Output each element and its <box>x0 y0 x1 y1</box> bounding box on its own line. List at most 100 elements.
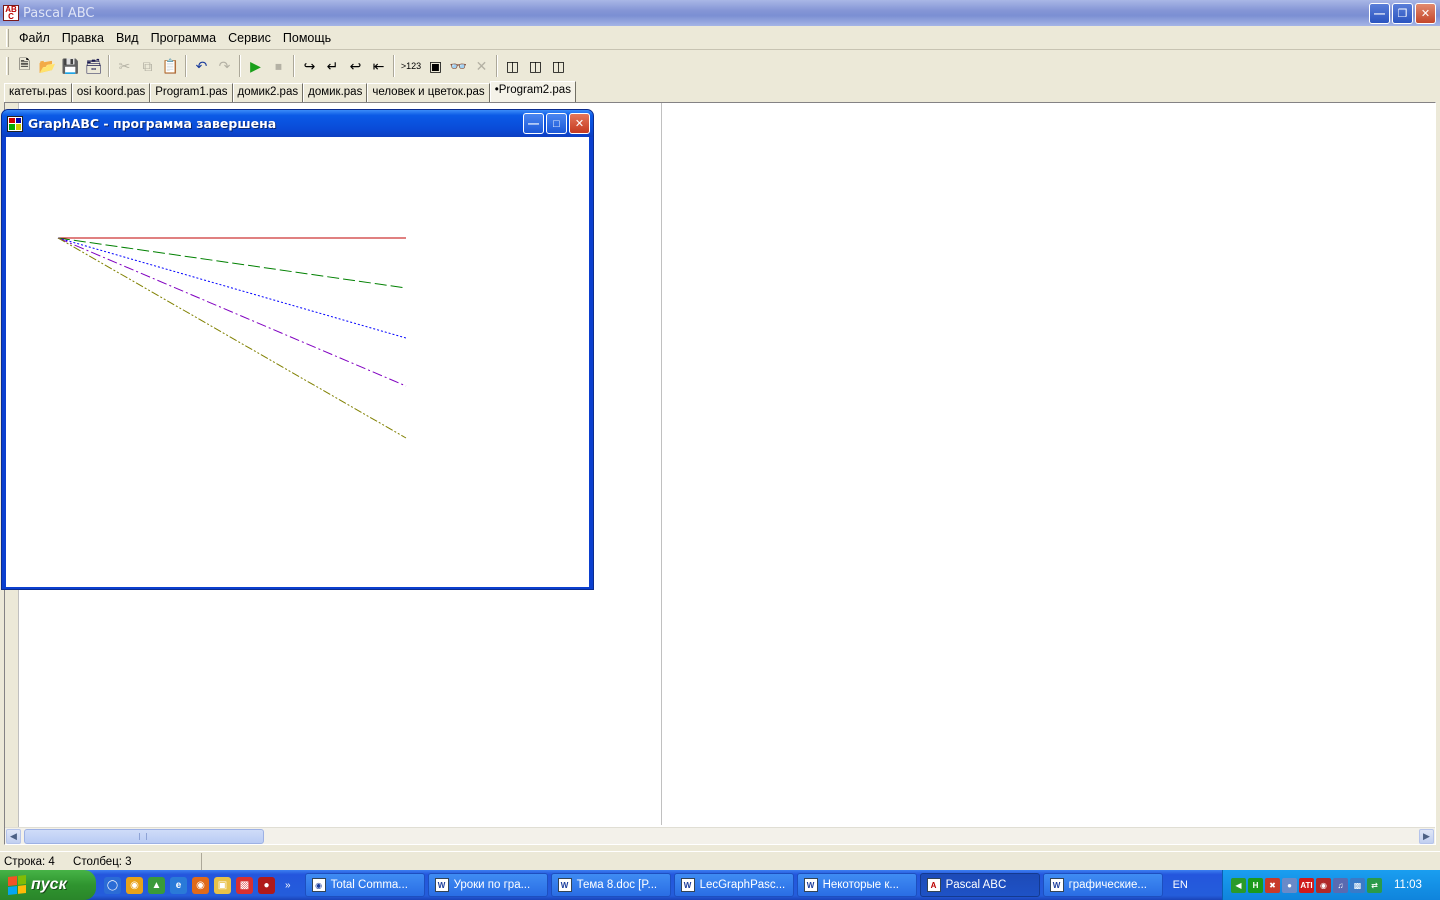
undo-icon[interactable]: ↶ <box>190 55 213 77</box>
firefox-icon[interactable]: ◉ <box>192 876 209 894</box>
open-folder-icon[interactable]: 📂 <box>36 55 59 77</box>
menu-file[interactable]: Файл <box>13 31 56 45</box>
word-icon: W <box>680 878 695 892</box>
start-button[interactable]: пуск <box>0 870 96 900</box>
graphabc-minimize-button[interactable]: — <box>523 113 544 134</box>
graph-line-3 <box>57 237 407 339</box>
paste-icon[interactable]: 📋 <box>159 55 182 77</box>
tray-ati-icon[interactable]: ATI <box>1299 877 1314 893</box>
new-file-icon[interactable]: 🗎 <box>13 55 36 77</box>
taskbar: пуск ◯ ◉ ▲ e ◉ ▣ ▩ ● » ◉ Total Comma... W… <box>0 870 1440 900</box>
menu-service[interactable]: Сервис <box>222 31 277 45</box>
graphabc-drawing <box>57 237 407 439</box>
goto-cursor-icon[interactable]: ⇤ <box>367 55 390 77</box>
tray-network-icon[interactable]: ▩ <box>1350 877 1365 893</box>
step-over-icon[interactable]: ↪ <box>298 55 321 77</box>
menu-bar: Файл Правка Вид Программа Сервис Помощь <box>0 26 1440 50</box>
status-column: Столбец: 3 <box>73 855 132 868</box>
graphabc-title: GraphABC - программа завершена <box>28 116 277 131</box>
task-word-uroki[interactable]: W Уроки по гра... <box>427 873 548 897</box>
windows-flag-icon <box>8 875 26 895</box>
scroll-left-icon[interactable]: ◀ <box>6 829 21 844</box>
toolbar: 🗎 📂 💾 🗃 ✂ ⧉ 📋 ↶ ↷ ▶ ⏹ ↪ ↵ ↩ ⇤ >123 ▣ 👓 ✕… <box>0 51 1440 81</box>
scroll-thumb[interactable] <box>24 829 264 844</box>
copy-icon[interactable]: ⧉ <box>136 55 159 77</box>
start-label: пуск <box>31 876 67 893</box>
tray-h-icon[interactable]: H <box>1248 877 1263 893</box>
tab-chelovek[interactable]: человек и цветок.pas <box>367 83 490 102</box>
tray-red-icon[interactable]: ◉ <box>1316 877 1331 893</box>
tray-tools-icon[interactable]: ✖ <box>1265 877 1280 893</box>
menu-grip <box>6 28 9 47</box>
task-total-commander[interactable]: ◉ Total Comma... <box>304 873 425 897</box>
app-orange-icon[interactable]: ◉ <box>126 876 143 894</box>
scroll-right-icon[interactable]: ▶ <box>1419 829 1434 844</box>
opera-icon[interactable]: ◯ <box>104 876 121 894</box>
save-icon[interactable]: 💾 <box>59 55 82 77</box>
menu-program[interactable]: Программа <box>145 31 223 45</box>
run-icon[interactable]: ▶ <box>244 55 267 77</box>
tray-sync-icon[interactable]: ⇄ <box>1367 877 1382 893</box>
tray-shield-icon[interactable]: ● <box>1282 877 1297 893</box>
menu-help[interactable]: Помощь <box>277 31 337 45</box>
language-indicator[interactable]: EN <box>1173 879 1203 891</box>
run-to-line-icon[interactable]: >123 <box>398 55 424 77</box>
graph-line-4 <box>57 237 407 387</box>
word-icon: W <box>557 878 572 892</box>
total-commander-icon: ◉ <box>311 878 326 892</box>
delete-watch-icon[interactable]: ✕ <box>470 55 493 77</box>
tab-katety[interactable]: катеты.pas <box>4 83 72 102</box>
status-line: Строка: 4 <box>4 855 55 868</box>
close-button[interactable]: ✕ <box>1415 3 1436 24</box>
save-all-icon[interactable]: 🗃 <box>82 55 105 77</box>
restore-button[interactable]: ❐ <box>1392 3 1413 24</box>
word-icon: W <box>1049 878 1064 892</box>
word-icon: W <box>803 878 818 892</box>
graph-line-2 <box>57 237 407 289</box>
tab-program1[interactable]: Program1.pas <box>150 83 233 102</box>
status-bar: Строка: 4 Столбец: 3 <box>0 851 1440 871</box>
printer-icon[interactable]: ▩ <box>236 876 253 894</box>
folder-icon[interactable]: ▣ <box>214 876 231 894</box>
media-icon[interactable]: ● <box>258 876 275 894</box>
task-word-graficheskie[interactable]: Wграфические... <box>1042 873 1163 897</box>
task-word-lecgraph[interactable]: W LecGraphPasc... <box>673 873 794 897</box>
output-window-icon[interactable]: ▣ <box>424 55 447 77</box>
quick-launch: ◯ ◉ ▲ e ◉ ▣ ▩ ● <box>104 876 275 894</box>
task-pascal-abc[interactable]: A Pascal ABC <box>919 873 1040 897</box>
redo-icon[interactable]: ↷ <box>213 55 236 77</box>
tab-domik2[interactable]: домик2.pas <box>232 83 304 102</box>
tab-domik[interactable]: домик.pas <box>303 83 368 102</box>
tray-arrow-icon[interactable]: ◀ <box>1231 877 1246 893</box>
cut-icon[interactable]: ✂ <box>113 55 136 77</box>
graphabc-close-button[interactable]: ✕ <box>569 113 590 134</box>
graphabc-canvas <box>6 137 589 587</box>
graph-line-5 <box>57 237 407 439</box>
menu-edit[interactable]: Правка <box>56 31 110 45</box>
graphabc-title-bar[interactable]: GraphABC - программа завершена — □ ✕ <box>2 110 593 137</box>
clock: 11:03 <box>1394 879 1422 891</box>
graphabc-maximize-button[interactable]: □ <box>546 113 567 134</box>
tray-volume-icon[interactable]: ♫ <box>1333 877 1348 893</box>
menu-view[interactable]: Вид <box>110 31 145 45</box>
format-r-icon[interactable]: ◫ <box>547 55 570 77</box>
tab-program2[interactable]: •Program2.pas <box>489 81 576 102</box>
toolbar-grip <box>6 57 9 75</box>
task-word-tema8[interactable]: W Тема 8.doc [P... <box>550 873 671 897</box>
step-into-icon[interactable]: ↵ <box>321 55 344 77</box>
format-d-icon[interactable]: ◫ <box>501 55 524 77</box>
right-margin-line <box>661 103 662 825</box>
google-drive-icon[interactable]: ▲ <box>148 876 165 894</box>
quick-launch-more-icon[interactable]: » <box>285 880 291 891</box>
ie-icon[interactable]: e <box>170 876 187 894</box>
tab-osi-koord[interactable]: osi koord.pas <box>71 83 151 102</box>
watch-icon[interactable]: 👓 <box>447 55 470 77</box>
minimize-button[interactable]: — <box>1369 3 1390 24</box>
graphabc-window[interactable]: GraphABC - программа завершена — □ ✕ <box>1 109 594 590</box>
format-l-icon[interactable]: ◫ <box>524 55 547 77</box>
stop-icon[interactable]: ⏹ <box>267 55 290 77</box>
step-out-icon[interactable]: ↩ <box>344 55 367 77</box>
main-title-bar[interactable]: AB C Pascal ABC — ❐ ✕ <box>0 0 1440 26</box>
task-word-nekotorye[interactable]: W Некоторые к... <box>796 873 917 897</box>
horizontal-scrollbar[interactable]: ◀ ▶ <box>5 827 1435 844</box>
